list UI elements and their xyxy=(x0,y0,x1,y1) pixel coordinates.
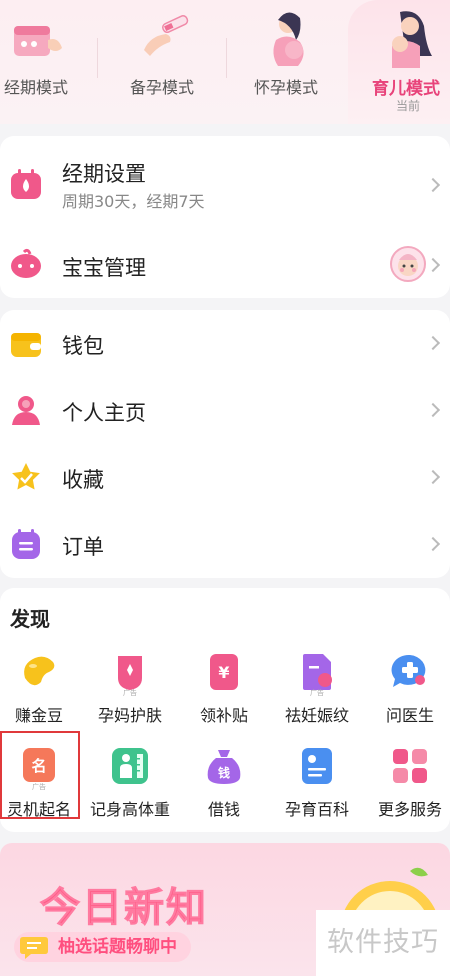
discover-label: 问医生 xyxy=(385,706,434,725)
money-bag-icon: 钱 xyxy=(207,750,241,784)
discover-label: 孕育百科 xyxy=(284,800,349,819)
discover-title: 发现 xyxy=(10,607,50,631)
topic-pill-text: 柚选话题畅聊中 xyxy=(58,937,177,957)
banner-title: 今日新知 xyxy=(40,885,208,932)
chevron-right-icon xyxy=(425,402,441,418)
chevron-right-icon xyxy=(425,536,441,552)
doctor-chat-icon xyxy=(391,654,426,687)
discover-item-gold-bean[interactable]: 赚金豆 xyxy=(0,652,84,726)
menu-item-favorites[interactable]: 收藏 xyxy=(0,444,450,511)
stretch-mark-icon xyxy=(303,654,332,690)
menu-item-wallet[interactable]: 钱包 xyxy=(0,310,450,377)
calendar-drop-icon xyxy=(11,169,41,199)
subsidy-icon: ¥ xyxy=(210,654,238,690)
svg-text:¥: ¥ xyxy=(218,663,229,682)
discover-item-more-services[interactable]: 更多服务 xyxy=(365,746,450,820)
menu-item-profile[interactable]: 个人主页 xyxy=(0,377,450,444)
chevron-right-icon xyxy=(425,335,441,351)
discover-item-encyclopedia[interactable]: 孕育百科 xyxy=(272,746,362,820)
chevron-right-icon xyxy=(425,469,441,485)
period-settings-desc: 周期30天，经期7天 xyxy=(62,192,205,211)
highlight-box xyxy=(0,731,80,819)
skincare-icon xyxy=(118,656,142,690)
mode-label-active: 育儿模式 xyxy=(372,79,440,99)
baby-management-title: 宝宝管理 xyxy=(62,256,146,280)
menu-label: 钱包 xyxy=(62,334,104,358)
parenting-illustration xyxy=(392,11,432,68)
discover-label: 孕妈护肤 xyxy=(97,706,162,725)
mode-label: 怀孕模式 xyxy=(254,78,319,97)
ad-tag: 广告 xyxy=(123,689,137,697)
mode-label: 备孕模式 xyxy=(130,78,195,97)
order-list-icon xyxy=(12,529,40,559)
menu-item-orders[interactable]: 订单 xyxy=(0,511,450,578)
topic-pill[interactable]: 柚选话题畅聊中 xyxy=(14,932,191,962)
current-indicator: 当前 xyxy=(396,99,421,113)
mode-switcher: 经期模式 备孕模式 怀孕模式 育儿模式 当前 xyxy=(0,0,450,124)
mode-tab-parenting[interactable]: 育儿模式 当前 xyxy=(348,0,450,124)
discover-item-borrow-money[interactable]: 钱 借钱 xyxy=(179,746,269,820)
watermark: 软件技巧 xyxy=(316,910,450,976)
ad-tag: 广告 xyxy=(310,689,324,697)
discover-item-stretch-mark[interactable]: 广告 祛妊娠纹 xyxy=(272,652,362,726)
menu-label: 收藏 xyxy=(62,468,104,492)
period-settings-row[interactable]: 经期设置 周期30天，经期7天 xyxy=(0,136,450,232)
chevron-right-icon xyxy=(425,257,441,273)
menu-card: 钱包 个人主页 收藏 订单 xyxy=(0,310,450,578)
discover-item-ask-doctor[interactable]: 问医生 xyxy=(365,652,450,726)
baby-face-icon xyxy=(11,248,41,278)
chat-bubble-icon xyxy=(20,937,48,959)
discover-label: 赚金豆 xyxy=(14,706,63,725)
chevron-right-icon xyxy=(425,177,441,193)
mode-tab-pregnancy[interactable]: 怀孕模式 xyxy=(236,0,342,124)
divider xyxy=(226,38,227,78)
discover-item-skincare[interactable]: 广告 孕妈护肤 xyxy=(85,652,175,726)
prepare-pregnancy-illustration xyxy=(144,15,189,56)
discover-label: 领补贴 xyxy=(199,706,248,725)
star-icon xyxy=(12,463,40,490)
mode-tab-prepare[interactable]: 备孕模式 xyxy=(110,0,220,124)
svg-text:钱: 钱 xyxy=(218,765,230,780)
period-mode-illustration xyxy=(14,26,62,56)
mode-label: 经期模式 xyxy=(4,78,69,97)
height-weight-icon xyxy=(112,748,148,784)
mode-tab-period[interactable]: 经期模式 xyxy=(0,0,80,124)
gold-bean-icon xyxy=(24,656,55,686)
menu-label: 订单 xyxy=(62,535,104,559)
discover-label: 祛妊娠纹 xyxy=(284,706,349,725)
discover-label: 记身高体重 xyxy=(89,800,170,819)
baby-management-row[interactable]: 宝宝管理 xyxy=(0,232,450,298)
discover-item-subsidy[interactable]: ¥ 领补贴 xyxy=(179,652,269,726)
divider xyxy=(97,38,98,78)
menu-label: 个人主页 xyxy=(62,401,146,425)
period-settings-title: 经期设置 xyxy=(62,162,146,186)
discover-item-height-weight[interactable]: 记身高体重 xyxy=(85,746,175,820)
more-services-icon xyxy=(393,749,427,783)
discover-label: 更多服务 xyxy=(377,800,442,819)
pregnancy-illustration xyxy=(273,12,304,66)
wallet-icon xyxy=(11,333,41,357)
settings-card: 经期设置 周期30天，经期7天 宝宝管理 xyxy=(0,136,450,298)
person-icon xyxy=(12,396,40,425)
encyclopedia-icon xyxy=(302,748,332,784)
discover-label: 借钱 xyxy=(207,800,240,819)
baby-avatar xyxy=(390,246,426,282)
